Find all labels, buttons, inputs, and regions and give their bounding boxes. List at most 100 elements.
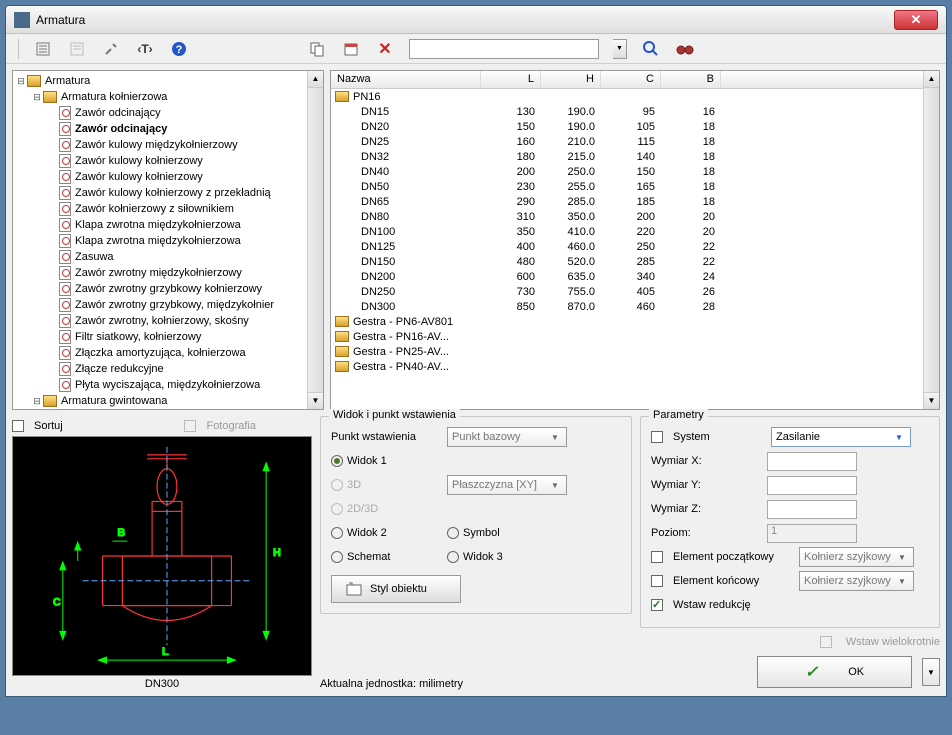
th-b[interactable]: B [661,71,721,88]
wx-label: Wymiar X: [651,455,761,467]
table-folder[interactable]: PN16 [331,89,923,104]
table-row[interactable]: DN300850870.046028 [331,299,923,314]
tree-item[interactable]: Zawór zwrotny grzybkowy kołnierzowy [15,281,305,297]
properties-icon[interactable] [33,39,53,59]
tree-item[interactable]: Klapa zwrotna międzykołnierzowa [15,217,305,233]
table-row[interactable]: DN65290285.018518 [331,194,923,209]
widok2-radio[interactable] [331,527,343,539]
elemk-label: Element końcowy [673,575,793,587]
wstawr-label: Wstaw redukcję [673,599,783,611]
table-row[interactable]: DN80310350.020020 [331,209,923,224]
tree-scrollbar[interactable] [307,71,323,409]
tree-item[interactable]: Zawór zwrotny międzykołnierzowy [15,265,305,281]
table-row[interactable]: DN25160210.011518 [331,134,923,149]
table-row[interactable]: DN50230255.016518 [331,179,923,194]
table-folder[interactable]: Gestra - PN6-AV801 [331,314,923,329]
tree-item[interactable]: Zawór kołnierzowy z siłownikiem [15,201,305,217]
tree-item[interactable]: Płyta wyciszająca, międzykołnierzowa [15,377,305,393]
tree-item[interactable]: Klapa zwrotna międzykołnierzowa [15,233,305,249]
schemat-label[interactable]: Schemat [347,551,390,563]
search-input[interactable] [409,39,599,59]
list-icon[interactable] [67,39,87,59]
table-row[interactable]: DN100350410.022020 [331,224,923,239]
tree-sub2[interactable]: ⊟Armatura gwintowana [15,393,305,409]
tree-item[interactable]: Zawór zwrotny, kołnierzowy, skośny [15,313,305,329]
search-icon[interactable] [641,39,661,59]
table-row[interactable]: DN20150190.010518 [331,119,923,134]
calendar-icon[interactable] [341,39,361,59]
copy-icon[interactable] [307,39,327,59]
tree-item[interactable]: Zawór kulowy kołnierzowy z przekładnią [15,185,305,201]
tree-item[interactable]: Złączka amortyzująca, kołnierzowa [15,345,305,361]
system-checkbox[interactable] [651,431,663,443]
table-row[interactable]: DN15130190.09516 [331,104,923,119]
style-button[interactable]: Styl obiektu [331,575,461,603]
widok1-label[interactable]: Widok 1 [347,455,387,467]
tree-item[interactable]: Złącze redukcyjne [15,361,305,377]
elemk-checkbox[interactable] [651,575,663,587]
tree-panel: ⊟Armatura⊟Armatura kołnierzowaZawór odci… [12,70,324,410]
titlebar[interactable]: Armatura ✕ [6,6,946,34]
table-row[interactable]: DN40200250.015018 [331,164,923,179]
table-scrollbar[interactable] [923,71,939,409]
widok3-label[interactable]: Widok 3 [463,551,503,563]
elemp-checkbox[interactable] [651,551,663,563]
tree-item[interactable]: Zasuwa [15,249,305,265]
th-h[interactable]: H [541,71,601,88]
widok2-label[interactable]: Widok 2 [347,527,387,539]
tree-item[interactable]: Zawór kulowy kołnierzowy [15,169,305,185]
table-row[interactable]: DN250730755.040526 [331,284,923,299]
wstawr-checkbox[interactable] [651,599,663,611]
wz-label: Wymiar Z: [651,503,761,515]
tree-item[interactable]: Zawór kulowy międzykołnierzowy [15,137,305,153]
system-select[interactable]: Zasilanie▼ [771,427,911,447]
punkt-select: Punkt bazowy▼ [447,427,567,447]
elemp-select: Kołnierz szyjkowy▼ [799,547,914,567]
widok1-radio[interactable] [331,455,343,467]
tree-scroll[interactable]: ⊟Armatura⊟Armatura kołnierzowaZawór odci… [13,71,307,409]
table-row[interactable]: DN32180215.014018 [331,149,923,164]
tree-item[interactable]: Zawór kulowy kołnierzowy [15,153,305,169]
binoculars-icon[interactable] [675,39,695,59]
wstaww-checkbox [820,636,832,648]
tree-item[interactable]: Zawór odcinający [15,121,305,137]
table-folder[interactable]: Gestra - PN25-AV... [331,344,923,359]
schemat-radio[interactable] [331,551,343,563]
tree-sub[interactable]: ⊟Armatura kołnierzowa [15,89,305,105]
widok3-radio[interactable] [447,551,459,563]
th-name[interactable]: Nazwa [331,71,481,88]
ok-button[interactable]: ✓ OK [757,656,912,688]
table-row[interactable]: DN200600635.034024 [331,269,923,284]
table-row[interactable]: DN125400460.025022 [331,239,923,254]
window-title: Armatura [36,13,894,27]
text-icon[interactable]: ‹T› [135,39,155,59]
wy-input[interactable] [767,476,857,495]
tree-item[interactable]: Zawór zwrotny grzybkowy, międzykołnier [15,297,305,313]
symbol-label[interactable]: Symbol [463,527,500,539]
sort-checkbox[interactable] [12,420,24,432]
tools-icon[interactable] [101,39,121,59]
photo-label: Fotografia [206,420,256,432]
help-icon[interactable]: ? [169,39,189,59]
poziom-value: 1 [767,524,857,543]
wx-input[interactable] [767,452,857,471]
search-dropdown[interactable]: ▼ [613,39,627,59]
bottom: Sortuj Fotografia [6,416,946,696]
table-row[interactable]: DN150480520.028522 [331,254,923,269]
tree-root[interactable]: ⊟Armatura [15,73,305,89]
table-folder[interactable]: Gestra - PN40-AV... [331,359,923,374]
preview[interactable]: C L H B [12,436,312,676]
symbol-radio[interactable] [447,527,459,539]
tree-item[interactable]: Filtr siatkowy, kołnierzowy [15,329,305,345]
th-l[interactable]: L [481,71,541,88]
close-button[interactable]: ✕ [894,10,938,30]
table-folder[interactable]: Gestra - PN16-AV... [331,329,923,344]
table-scroll[interactable]: Nazwa L H C B PN16DN15130190.09516DN2015… [331,71,923,409]
ok-dropdown[interactable]: ▼ [922,658,940,686]
th-c[interactable]: C [601,71,661,88]
delete-icon[interactable]: ✕ [375,39,395,59]
plane-select: Płaszczyzna [XY]▼ [447,475,567,495]
wz-input[interactable] [767,500,857,519]
tree-item[interactable]: Zawór odcinający [15,105,305,121]
table-body: PN16DN15130190.09516DN20150190.010518DN2… [331,89,923,374]
